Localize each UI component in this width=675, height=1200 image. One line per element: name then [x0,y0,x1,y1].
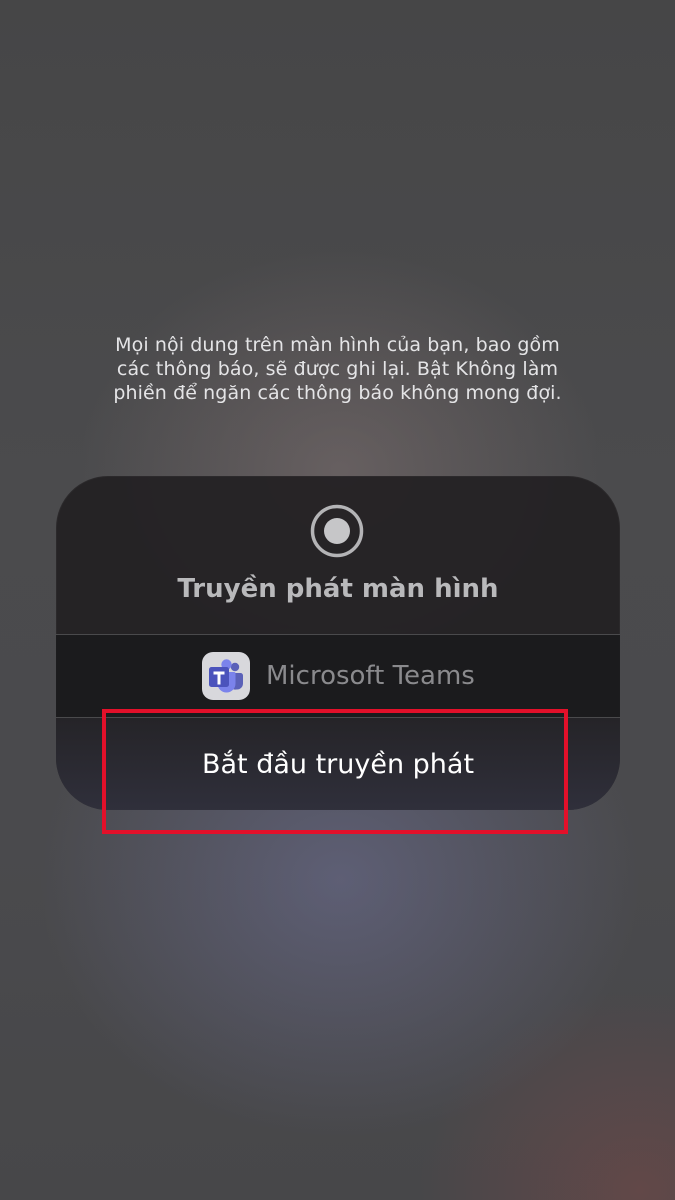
record-icon [310,504,364,558]
sheet-header: Truyền phát màn hình [56,476,620,634]
app-name: Microsoft Teams [266,661,475,691]
warning-line-3: phiền để ngăn các thông báo không mong đ… [113,382,562,404]
start-broadcast-label: Bắt đầu truyền phát [201,749,475,780]
recording-warning-text: Mọi nội dung trên màn hình của bạn, bao … [60,333,615,405]
warning-line-2: các thông báo, sẽ được ghi lại. Bật Khôn… [116,358,559,380]
start-broadcast-button[interactable]: Bắt đầu truyền phát [56,718,620,810]
warning-line-1: Mọi nội dung trên màn hình của bạn, bao … [115,334,560,356]
microsoft-teams-icon [202,652,250,700]
sheet-title: Truyền phát màn hình [177,574,499,604]
broadcast-app-row[interactable]: Microsoft Teams [56,635,620,717]
screen-broadcast-sheet: Truyền phát màn hình Microsoft Teams Bắt… [56,476,620,810]
